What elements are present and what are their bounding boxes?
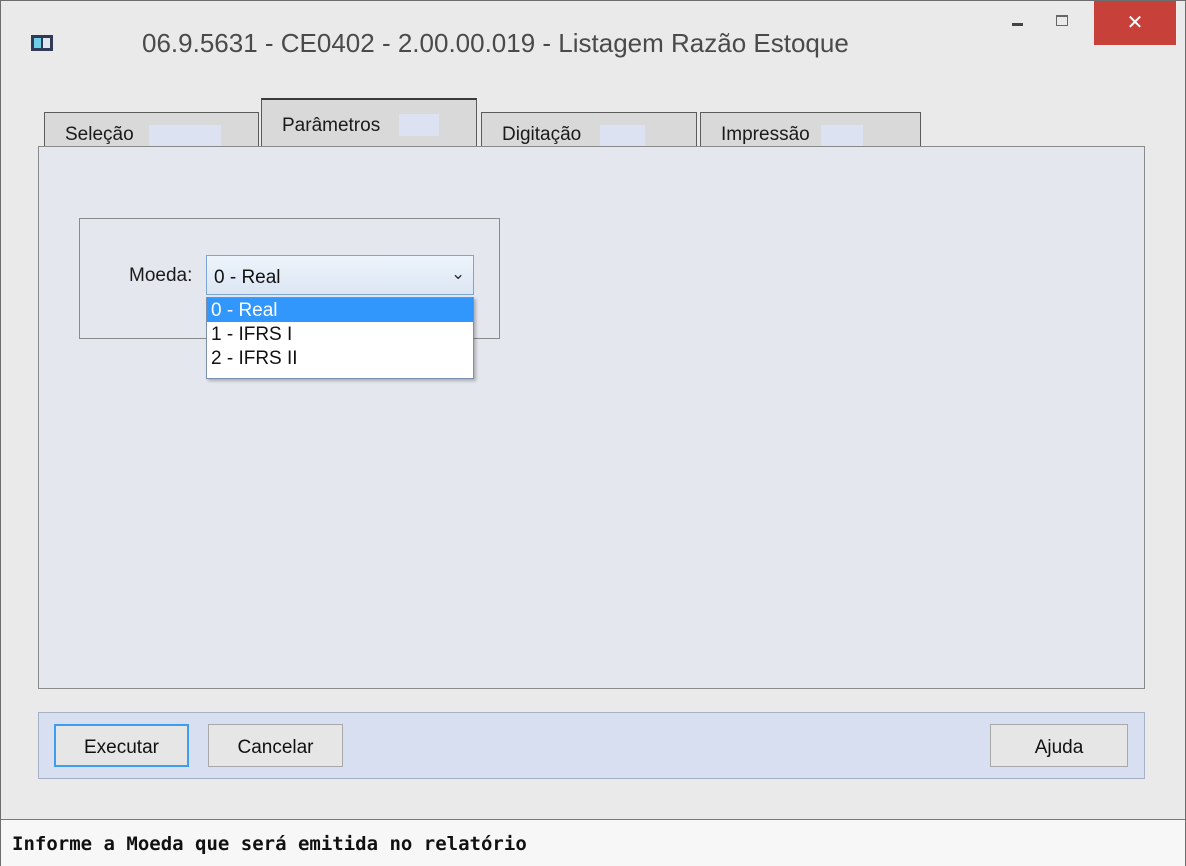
tab-indicator (600, 125, 645, 147)
tab-indicator (399, 114, 439, 136)
minimize-icon (1012, 23, 1023, 26)
tab-indicator (149, 125, 221, 147)
maximize-icon (1056, 15, 1068, 26)
cancel-button[interactable]: Cancelar (208, 724, 343, 767)
tab-label: Seleção (65, 124, 134, 145)
tab-selecao[interactable]: Seleção (44, 112, 259, 147)
close-button[interactable]: ✕ (1094, 1, 1176, 45)
tab-indicator (821, 125, 863, 147)
tab-label: Digitação (502, 124, 582, 145)
tab-label: Parâmetros (282, 115, 381, 136)
moeda-option-0[interactable]: 0 - Real (207, 298, 473, 322)
status-bar: Informe a Moeda que será emitida no rela… (1, 819, 1185, 866)
tab-parametros[interactable]: Parâmetros (261, 98, 477, 152)
tab-impressao[interactable]: Impressão (700, 112, 921, 147)
tab-digitacao[interactable]: Digitação (481, 112, 697, 147)
moeda-label: Moeda: (129, 265, 193, 286)
moeda-value: 0 - Real (214, 267, 281, 288)
title-bar[interactable]: 06.9.5631 - CE0402 - 2.00.00.019 - Lista… (1, 1, 1185, 83)
button-bar (38, 712, 1145, 779)
execute-button[interactable]: Executar (54, 724, 189, 767)
status-message: Informe a Moeda que será emitida no rela… (12, 833, 527, 855)
window-title: 06.9.5631 - CE0402 - 2.00.00.019 - Lista… (142, 28, 849, 58)
moeda-option-1[interactable]: 1 - IFRS I (207, 322, 473, 346)
window-app-icon[interactable] (31, 35, 53, 51)
close-icon: ✕ (1126, 12, 1144, 34)
chevron-down-icon[interactable]: ⌄ (451, 264, 465, 284)
maximize-button[interactable] (1041, 1, 1083, 31)
moeda-dropdown-list: 0 - Real 1 - IFRS I 2 - IFRS II (206, 297, 474, 379)
moeda-select[interactable]: 0 - Real ⌄ (206, 255, 474, 295)
moeda-option-2[interactable]: 2 - IFRS II (207, 346, 473, 370)
help-button[interactable]: Ajuda (990, 724, 1128, 767)
dialog-window: 06.9.5631 - CE0402 - 2.00.00.019 - Lista… (0, 0, 1186, 866)
tab-label: Impressão (721, 124, 810, 145)
minimize-button[interactable] (999, 1, 1035, 31)
